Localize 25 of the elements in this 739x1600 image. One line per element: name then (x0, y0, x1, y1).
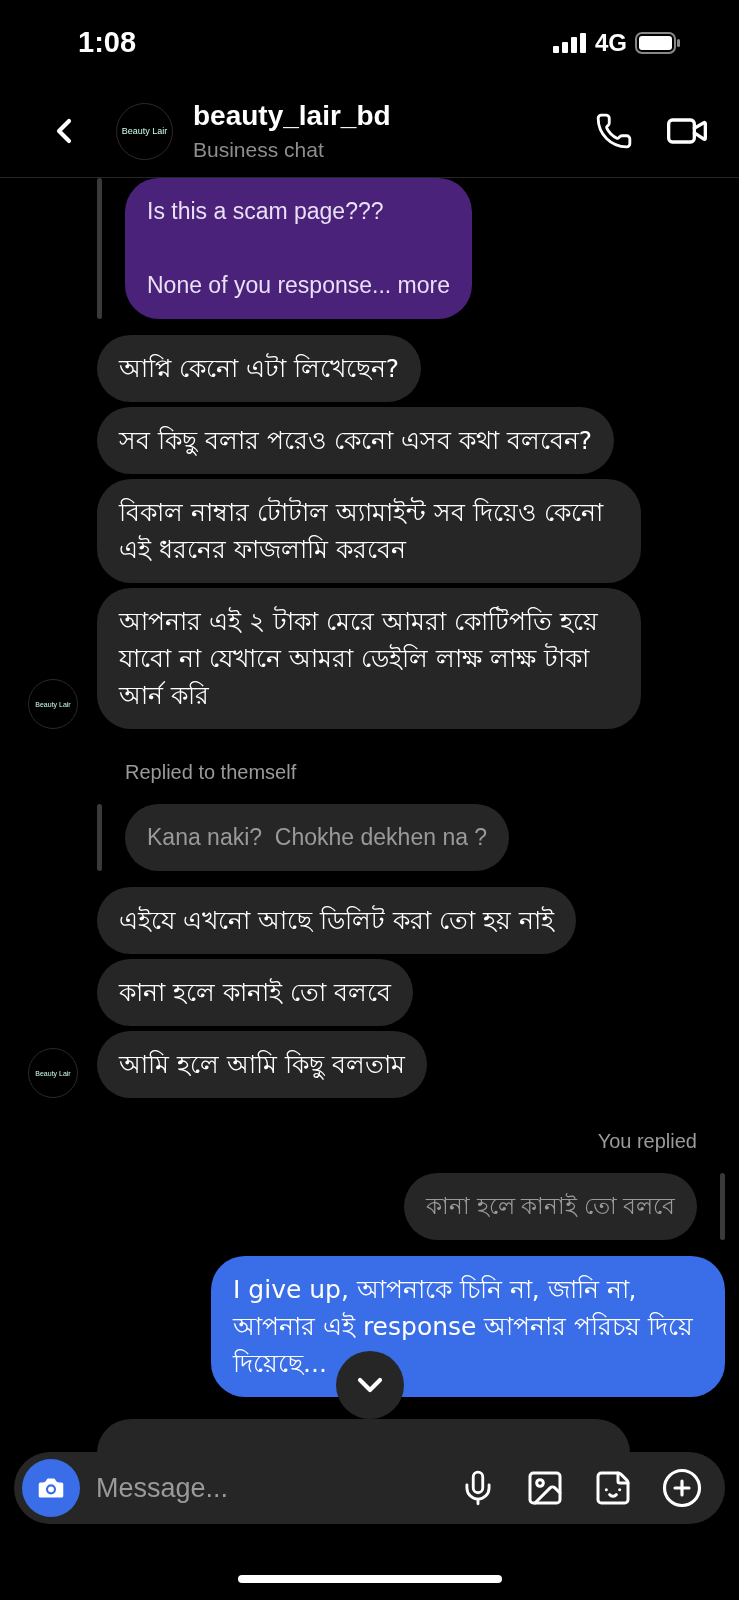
camera-button[interactable] (22, 1459, 80, 1517)
phone-icon[interactable] (595, 112, 633, 150)
message-bubble[interactable]: আপ্নি কেনো এটা লিখেছেন? (97, 335, 422, 402)
add-icon[interactable] (661, 1467, 703, 1509)
quoted-message[interactable]: Kana naki? Chokhe dekhen na ? (125, 804, 510, 871)
contact-name[interactable]: beauty_lair_bd (193, 100, 563, 132)
message-bubble[interactable]: বিকাল নাম্বার টোটাল অ্যামাইন্ট সব দিয়েও কেনো এই ধরনের ফাজলামি করবেন (97, 479, 641, 583)
message-bubble[interactable]: I give up, আপনাকে চিনি না, জানি না, আপনার এই response আপনার পরিচয় দিয়ে দিয়েছে... (211, 1256, 725, 1397)
signal-icon (553, 32, 587, 53)
quoted-message[interactable]: কানা হলে কানাই তো বলবে (404, 1173, 697, 1240)
chat-subtitle: Business chat (193, 138, 325, 162)
message-input[interactable]: Message... (94, 1471, 431, 1505)
message-bubble[interactable]: আপনার এই ২ টাকা মেরে আমরা কোটিপতি হয়ে যাবো না যেখানে আমরা ডেইলি লাক্ষ লাক্ষ টাকা আর্ন করি (97, 588, 641, 729)
battery-icon (635, 31, 681, 54)
network-type: 4G (595, 28, 627, 57)
reply-label: Replied to themself (125, 761, 297, 784)
contact-avatar[interactable]: Beauty Lair (116, 102, 173, 160)
status-time: 1:08 (78, 26, 137, 59)
message-bubble[interactable]: আমি হলে আমি কিছু বলতাম (97, 1031, 427, 1098)
message-bubble[interactable]: এইযে এখনো আছে ডিলিট করা তো হয় নাই (97, 887, 576, 954)
message-bubble[interactable]: কানা হলে কানাই তো বলবে (97, 959, 413, 1026)
reply-label: You replied (597, 1130, 697, 1153)
message-bubble[interactable]: সব কিছু বলার পরেও কেনো এসব কথা বলবেন? (97, 407, 614, 474)
quoted-message[interactable]: Is this a scam page??? None of you response... more (125, 178, 472, 319)
avatar-logo-text: Beauty Lair (121, 126, 168, 136)
